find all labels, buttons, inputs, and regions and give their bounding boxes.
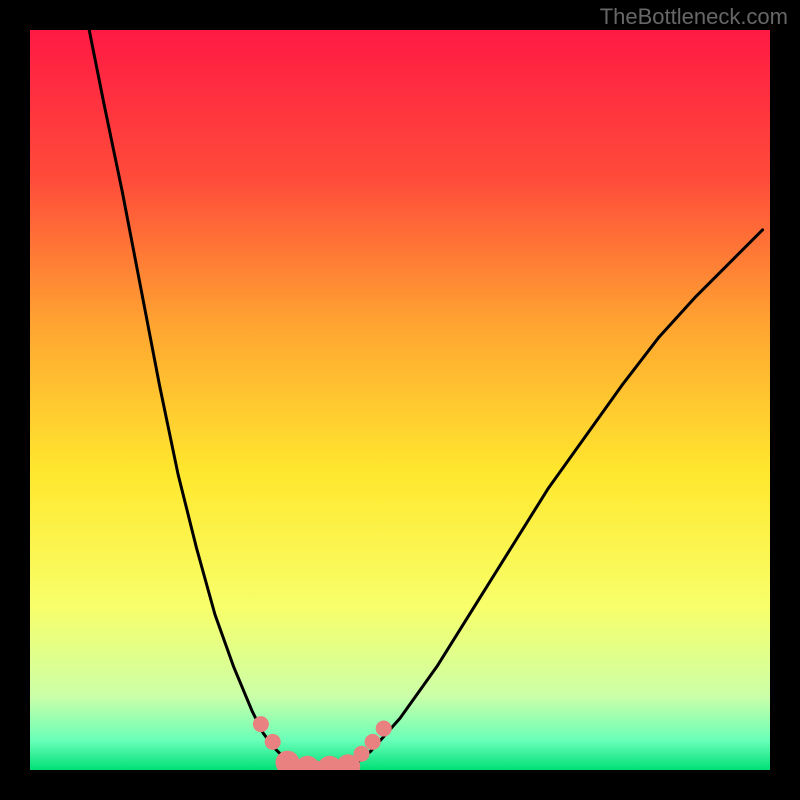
marker-dot-7 <box>365 734 381 750</box>
marker-dot-0 <box>253 716 269 732</box>
outer-frame: TheBottleneck.com <box>0 0 800 800</box>
marker-dot-8 <box>376 721 392 737</box>
bottleneck-chart <box>30 30 770 770</box>
marker-dot-6 <box>354 746 370 762</box>
marker-dot-1 <box>265 734 281 750</box>
chart-background <box>30 30 770 770</box>
watermark-text: TheBottleneck.com <box>600 4 788 30</box>
